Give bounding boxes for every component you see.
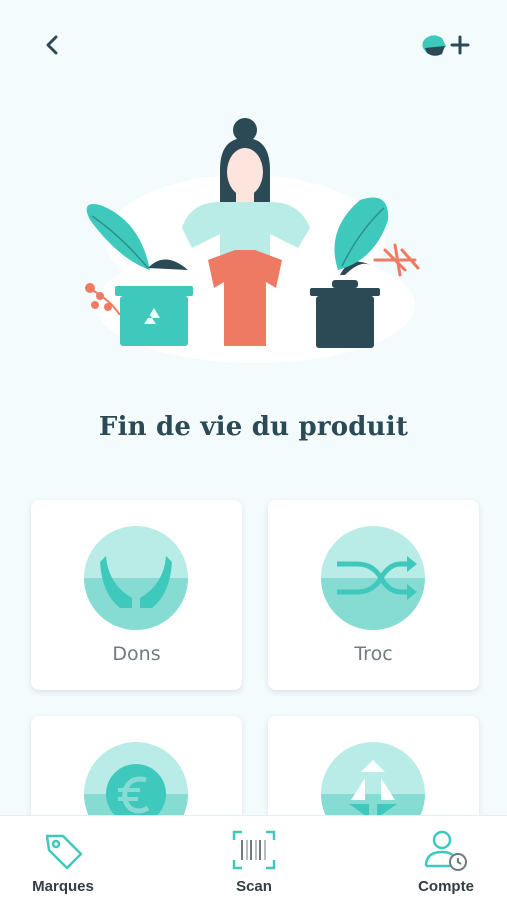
option-card-dons[interactable]: Dons	[31, 500, 242, 690]
nav-item-compte[interactable]: Compte	[391, 826, 501, 900]
hands-icon	[84, 526, 188, 630]
shuffle-icon	[321, 526, 425, 630]
nav-item-marques[interactable]: Marques	[8, 826, 118, 900]
nav-label-scan: Scan	[236, 878, 272, 895]
add-item-button[interactable]	[418, 28, 474, 62]
app-screen: Fin de vie du produit Dons Troc Marques …	[0, 0, 507, 900]
tag-icon	[45, 834, 83, 870]
user-clock-icon	[424, 830, 467, 871]
option-card-troc[interactable]: Troc	[268, 500, 479, 690]
bottom-navigation: Marques Scan Compte	[0, 815, 507, 900]
nav-label-compte: Compte	[418, 878, 474, 895]
back-button[interactable]	[36, 28, 70, 62]
nav-item-scan[interactable]: Scan	[199, 826, 309, 900]
barcode-scan-icon	[232, 830, 276, 870]
option-label-dons: Dons	[112, 643, 161, 665]
chevron-left-icon	[46, 35, 58, 55]
add-item-icon	[422, 35, 470, 56]
end-of-life-illustration	[85, 118, 420, 363]
option-label-troc: Troc	[354, 643, 393, 665]
nav-label-marques: Marques	[32, 878, 94, 895]
top-bar	[0, 0, 507, 90]
page-title: Fin de vie du produit	[98, 412, 409, 442]
